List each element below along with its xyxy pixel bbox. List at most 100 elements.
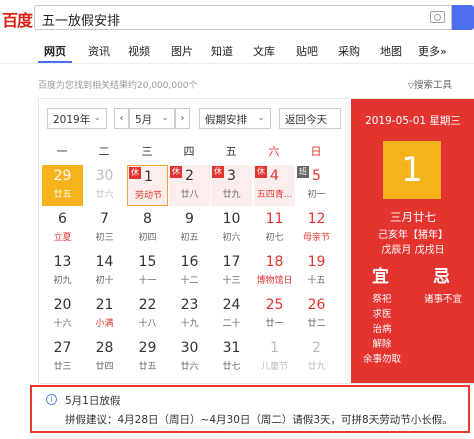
back-to-today-label: 返回今天 [285, 114, 327, 126]
day-number: 16 [180, 254, 199, 270]
day-number: 23 [180, 297, 199, 313]
year-select[interactable]: 2019年 ⌄ [47, 108, 107, 129]
calendar-day[interactable]: 9 初五 [169, 208, 210, 249]
selected-date: 2019-05-01 星期三 [365, 115, 461, 127]
day-number: 6 [58, 211, 67, 227]
day-lunar-label: 十八 [138, 319, 157, 329]
month-select[interactable]: 5月 ⌄ [129, 108, 175, 129]
calendar-day[interactable]: 6 立夏 [42, 208, 83, 249]
day-number: 15 [138, 254, 157, 270]
info-icon: i [46, 394, 57, 405]
month-day-ganzhi: 戊辰月 戊戌日 [381, 245, 445, 256]
calendar-day[interactable]: 24 二十 [211, 294, 252, 335]
day-lunar-label: 博物馆日 [256, 276, 293, 286]
calendar-day[interactable]: 班 5 初一 [296, 165, 337, 206]
calendar-day[interactable]: 31 廿七 [211, 337, 252, 378]
calendar-day[interactable]: 23 十九 [169, 294, 210, 335]
calendar-day[interactable]: 26 廿二 [296, 294, 337, 335]
calendar-day[interactable]: 30 廿六 [169, 337, 210, 378]
calendar-day[interactable]: 7 初三 [84, 208, 125, 249]
ji-label: 忌 [433, 267, 450, 287]
weekday-label: 一 [56, 145, 68, 158]
tab-zhidao[interactable]: 知道 [211, 43, 233, 59]
tab-images[interactable]: 图片 [171, 43, 193, 59]
tab-video[interactable]: 视频 [128, 43, 150, 59]
day-lunar-label: 立夏 [53, 233, 72, 243]
tab-wenku[interactable]: 文库 [253, 43, 275, 59]
day-number: 2 [312, 340, 321, 356]
search-button[interactable] [452, 5, 474, 30]
result-count: 百度为您找到相关结果约20,000,000个 [38, 81, 198, 91]
camera-icon[interactable] [430, 11, 445, 23]
day-number: 22 [138, 297, 157, 313]
day-lunar-label: 十三 [222, 276, 241, 286]
day-lunar-label: 廿七 [222, 362, 241, 372]
tab-map[interactable]: 地图 [380, 43, 402, 59]
weekday-label: 日 [310, 145, 322, 158]
day-lunar-label: 廿一 [265, 319, 284, 329]
calendar-day[interactable]: 29 廿五 [42, 165, 83, 206]
prev-month-button[interactable]: ‹ [114, 108, 129, 129]
day-number: 24 [222, 297, 241, 313]
baidu-logo[interactable]: 百度 [2, 7, 33, 31]
calendar-day[interactable]: 15 十一 [127, 251, 168, 292]
chevron-down-icon: ⌄ [257, 113, 265, 123]
calendar-day[interactable]: 20 十六 [42, 294, 83, 335]
calendar-day[interactable]: 休 1 劳动节 [127, 165, 168, 206]
calendar-day[interactable]: 30 廿六 [84, 165, 125, 206]
day-lunar-label: 廿五 [53, 190, 72, 200]
day-lunar-label: 廿九 [222, 190, 241, 200]
calendar-day[interactable]: 16 十二 [169, 251, 210, 292]
weekday-header: 一二三四五六日 [39, 139, 351, 161]
yi-item: 治病 [372, 324, 392, 335]
calendar-day[interactable]: 休 4 五四青... [254, 165, 295, 206]
calendar-day[interactable]: 25 廿一 [254, 294, 295, 335]
calendar-day[interactable]: 2 廿九 [296, 337, 337, 378]
search-query[interactable]: 五一放假安排 [42, 10, 120, 29]
day-lunar-label: 初七 [265, 233, 284, 243]
next-month-button[interactable]: › [175, 108, 190, 129]
day-lunar-label: 廿八 [180, 190, 199, 200]
search-tools-button[interactable]: ▽搜索工具 [408, 77, 452, 91]
tab-news[interactable]: 资讯 [88, 43, 110, 59]
calendar-day[interactable]: 12 母亲节 [296, 208, 337, 249]
back-to-today-button[interactable]: 返回今天 [279, 108, 341, 129]
day-lunar-label: 廿四 [95, 362, 114, 372]
calendar-day[interactable]: 13 初九 [42, 251, 83, 292]
calendar-day[interactable]: 29 廿五 [127, 337, 168, 378]
calendar-day[interactable]: 18 博物馆日 [254, 251, 295, 292]
day-number: 13 [53, 254, 72, 270]
calendar-day[interactable]: 19 十五 [296, 251, 337, 292]
calendar-day[interactable]: 14 初十 [84, 251, 125, 292]
holiday-select[interactable]: 假期安排 ⌄ [199, 108, 271, 129]
tab-tieba[interactable]: 贴吧 [296, 43, 318, 59]
calendar-day[interactable]: 11 初七 [254, 208, 295, 249]
calendar-day[interactable]: 休 2 廿八 [169, 165, 210, 206]
day-lunar-label: 二十 [222, 319, 241, 329]
day-lunar-label: 廿六 [180, 362, 199, 372]
calendar-day[interactable]: 17 十三 [211, 251, 252, 292]
tab-more[interactable]: 更多» [418, 43, 447, 59]
calendar-day[interactable]: 27 廿三 [42, 337, 83, 378]
calendar-day[interactable]: 22 十八 [127, 294, 168, 335]
calendar-day[interactable]: 21 小满 [84, 294, 125, 335]
day-lunar-label: 廿二 [307, 319, 326, 329]
day-lunar-label: 五四青... [256, 190, 293, 200]
day-lunar-label: 十六 [53, 319, 72, 329]
tab-web[interactable]: 网页 [44, 43, 66, 59]
calendar-day[interactable]: 1 儿童节 [254, 337, 295, 378]
day-number: 14 [95, 254, 114, 270]
calendar-day[interactable]: 休 3 廿九 [211, 165, 252, 206]
holiday-select-value: 假期安排 [205, 114, 247, 126]
tab-caigou[interactable]: 采购 [338, 43, 360, 59]
calendar-day[interactable]: 8 初四 [127, 208, 168, 249]
day-number: 9 [185, 211, 194, 227]
day-number: 1 [144, 169, 153, 185]
day-lunar-label: 小满 [95, 319, 114, 329]
active-tab-indicator [38, 61, 72, 63]
search-input[interactable]: 五一放假安排 [34, 5, 452, 30]
calendar-day[interactable]: 10 初六 [211, 208, 252, 249]
day-number: 29 [138, 340, 157, 356]
day-lunar-label: 廿三 [53, 362, 72, 372]
calendar-day[interactable]: 28 廿四 [84, 337, 125, 378]
